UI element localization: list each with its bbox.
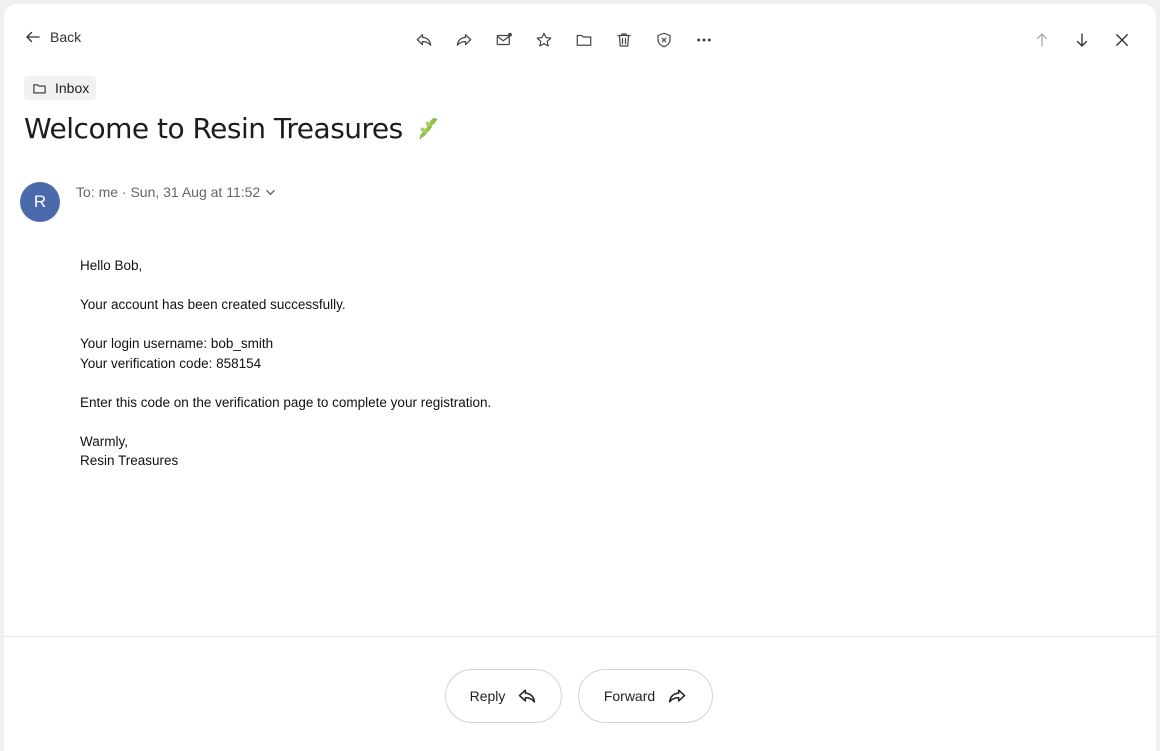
herb-emoji-icon [419,117,438,139]
body-line: Your account has been created successful… [80,297,346,312]
reply-icon [519,689,536,703]
folder-icon [33,83,46,93]
body-signature: Resin Treasures [80,453,179,468]
subject-text: Welcome to Resin Treasures [24,112,403,145]
chevron-down-icon [266,189,276,195]
message-actions [404,26,724,54]
footer-divider [4,636,1156,637]
folder-label: Inbox [55,80,90,96]
toolbar: Back [4,4,1156,76]
star-icon[interactable] [524,26,564,54]
forward-button[interactable]: Forward [578,669,713,723]
body-signoff: Warmly, [80,433,128,449]
body-greeting: Hello Bob, [80,258,143,273]
forward-icon[interactable] [444,26,484,54]
body-code: Your verification code: 858154 [80,355,262,371]
email-body: Hello Bob, Your account has been created… [80,256,491,471]
arrow-left-icon [26,31,40,43]
email-view: Back Inbox Welcome to Resin Treasures R … [4,4,1156,751]
recipient-details-toggle[interactable]: To: me · Sun, 31 Aug at 11:52 [76,184,276,200]
close-icon[interactable] [1102,26,1142,54]
trash-icon[interactable] [604,26,644,54]
spam-shield-icon[interactable] [644,26,684,54]
folder-badge[interactable]: Inbox [24,76,97,100]
body-username: Your login username: bob_smith [80,336,274,351]
body-instruction: Enter this code on the verification page… [80,394,492,410]
reply-label: Reply [469,688,506,704]
reply-button[interactable]: Reply [445,669,562,723]
arrow-up-icon[interactable] [1022,26,1062,54]
back-button[interactable]: Back [24,28,81,46]
sender-avatar: R [20,182,60,222]
reply-icon[interactable] [404,26,444,54]
forward-label: Forward [603,688,656,704]
more-icon[interactable] [684,26,724,54]
mark-unread-icon[interactable] [484,26,524,54]
avatar-initial: R [33,192,47,211]
navigation-actions [1022,26,1142,54]
folder-icon[interactable] [564,26,604,54]
forward-icon [668,689,686,703]
recipient-meta: To: me · Sun, 31 Aug at 11:52 [76,184,261,200]
back-label: Back [50,29,82,45]
arrow-down-icon[interactable] [1062,26,1102,54]
email-subject: Welcome to Resin Treasures [24,112,441,145]
